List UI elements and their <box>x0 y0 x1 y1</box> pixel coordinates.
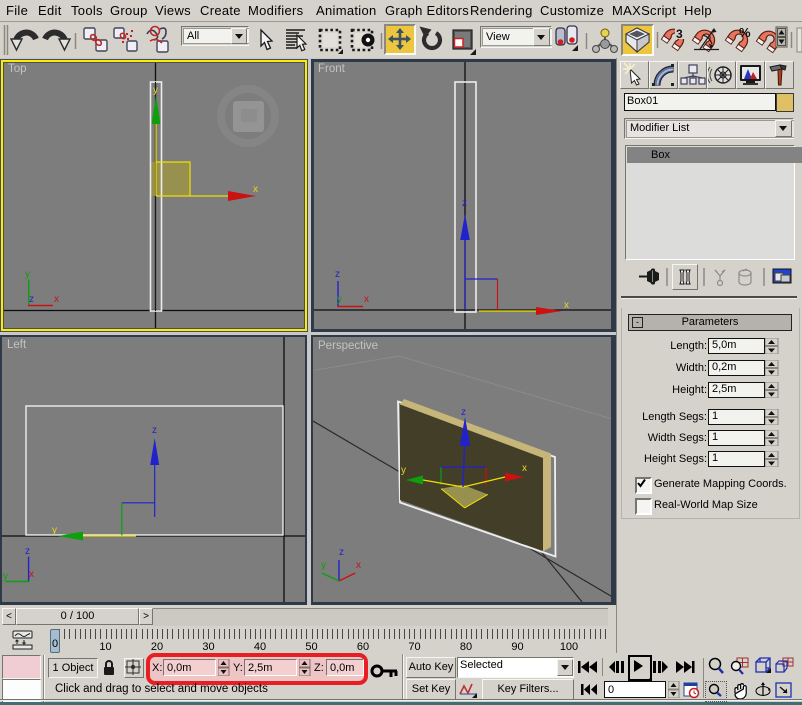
svg-text:20: 20 <box>151 641 163 653</box>
svg-text:50: 50 <box>305 641 317 653</box>
svg-text:y: y <box>3 571 8 582</box>
svg-text:z: z <box>462 198 467 209</box>
svg-text:80: 80 <box>460 641 472 653</box>
svg-text:40: 40 <box>254 641 266 653</box>
svg-text:%: % <box>739 25 751 40</box>
svg-text:x: x <box>522 463 527 474</box>
svg-text:70: 70 <box>408 641 420 653</box>
svg-text:x: x <box>356 560 361 571</box>
svg-text:x: x <box>364 294 369 305</box>
svg-text:100: 100 <box>560 641 578 653</box>
svg-text:y: y <box>321 560 326 571</box>
svg-text:z: z <box>25 546 30 557</box>
svg-text:z: z <box>339 547 344 558</box>
svg-text:x: x <box>564 300 569 311</box>
svg-text:30: 30 <box>202 641 214 653</box>
svg-text:y: y <box>401 465 406 476</box>
svg-text:60: 60 <box>357 641 369 653</box>
svg-text:10: 10 <box>99 641 111 653</box>
svg-text:y: y <box>337 294 342 305</box>
svg-text:z: z <box>335 269 340 280</box>
svg-text:y: y <box>25 269 30 280</box>
svg-text:z: z <box>152 425 157 436</box>
svg-text:y: y <box>52 525 57 536</box>
svg-text:x: x <box>54 294 59 305</box>
svg-text:3: 3 <box>676 27 683 41</box>
svg-text:y: y <box>153 85 158 96</box>
svg-text:90: 90 <box>511 641 523 653</box>
svg-text:z: z <box>461 407 466 418</box>
svg-text:z: z <box>29 294 34 305</box>
svg-text:x: x <box>29 569 34 580</box>
svg-text:x: x <box>253 184 258 195</box>
